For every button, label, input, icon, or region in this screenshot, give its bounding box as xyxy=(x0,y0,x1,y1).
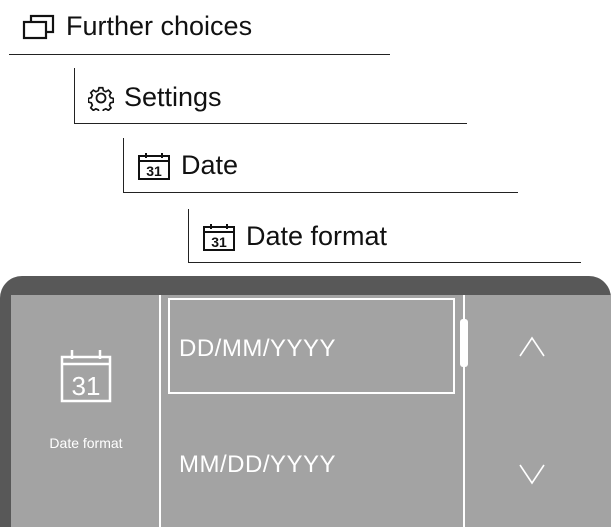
gear-icon xyxy=(88,85,114,111)
windows-icon xyxy=(22,13,56,41)
calendar-icon: 31 xyxy=(60,347,112,408)
breadcrumb-label: Date xyxy=(181,150,239,180)
breadcrumb-label: Date format xyxy=(246,221,388,251)
breadcrumb-label: Settings xyxy=(124,82,222,112)
breadcrumb-indent-line xyxy=(188,209,189,263)
option-dd-mm-yyyy[interactable]: DD/MM/YYYY xyxy=(179,335,336,363)
breadcrumb-label: Further choices xyxy=(66,11,253,41)
device-screen-bezel: 31 Date format DD/MM/YYYY MM/DD/YYYY xyxy=(0,276,611,527)
calendar-31-icon: 31 xyxy=(137,151,171,181)
breadcrumb-settings[interactable]: Settings xyxy=(88,82,222,113)
calendar-day-number: 31 xyxy=(146,163,162,179)
option-mm-dd-yyyy[interactable]: MM/DD/YYYY xyxy=(179,451,336,479)
breadcrumb-indent-line xyxy=(123,138,124,193)
scrollbar-track xyxy=(463,295,465,527)
chevron-up-icon[interactable] xyxy=(518,335,546,364)
chevron-down-icon[interactable] xyxy=(518,462,546,491)
panel-divider xyxy=(159,295,161,527)
calendar-day-number: 31 xyxy=(211,234,227,250)
date-format-panel: 31 Date format DD/MM/YYYY MM/DD/YYYY xyxy=(11,295,611,527)
breadcrumb-underline xyxy=(74,123,467,124)
date-format-caption: Date format xyxy=(49,435,123,451)
breadcrumb-underline xyxy=(9,54,390,55)
breadcrumb-further-choices[interactable]: Further choices xyxy=(22,11,252,42)
breadcrumb-underline xyxy=(123,192,518,193)
breadcrumb-underline xyxy=(188,262,581,263)
breadcrumb-indent-line xyxy=(74,68,75,124)
breadcrumb-date[interactable]: 31 Date xyxy=(137,150,238,181)
breadcrumb-date-format[interactable]: 31 Date format xyxy=(202,221,387,252)
calendar-31-icon: 31 xyxy=(202,222,236,252)
calendar-day-number: 31 xyxy=(72,371,101,401)
